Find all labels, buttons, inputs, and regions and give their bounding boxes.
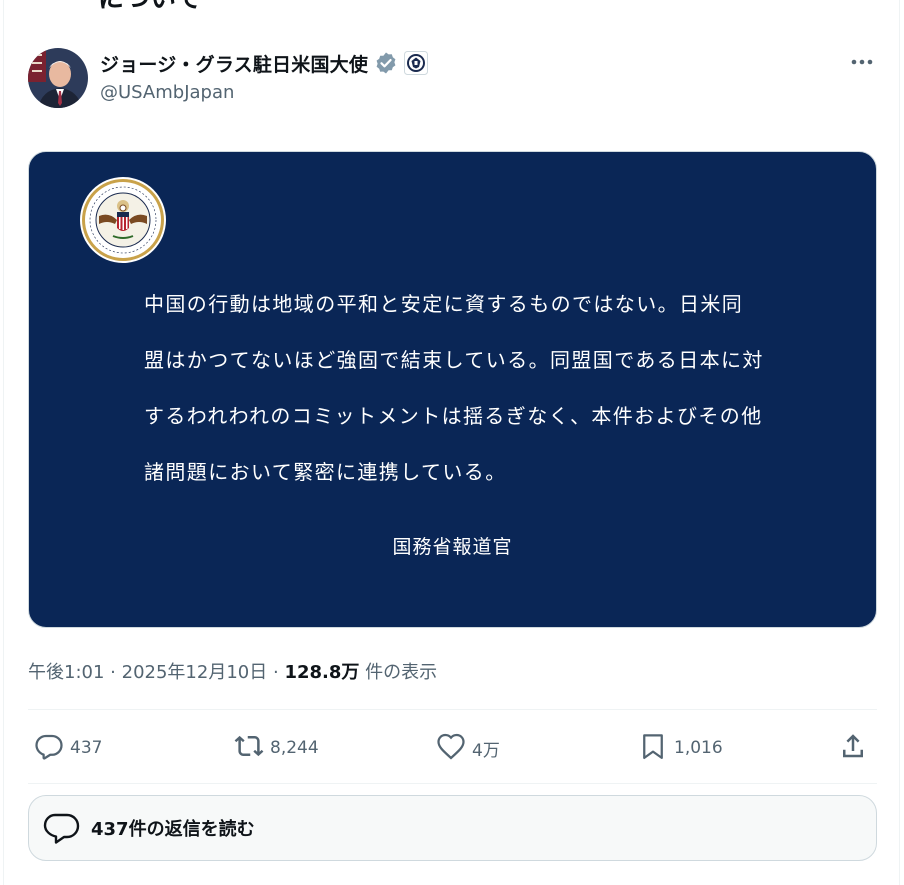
verified-badge-icon[interactable] <box>374 51 398 75</box>
share-icon <box>838 731 868 766</box>
author-handle[interactable]: @USAmbJapan <box>100 82 234 103</box>
speech-bubble-icon <box>41 808 81 848</box>
divider <box>28 783 877 784</box>
department-of-state-seal-icon <box>79 176 167 264</box>
repost-icon <box>234 731 264 766</box>
read-replies-label: 437件の返信を読む <box>91 819 255 840</box>
bookmark-icon <box>638 731 668 766</box>
post-time[interactable]: 午後1:01 <box>28 662 104 683</box>
read-replies-button[interactable]: 437件の返信を読む <box>28 795 877 861</box>
post-date[interactable]: 2025年12月10日 <box>122 662 268 683</box>
share-button[interactable] <box>838 728 868 768</box>
divider <box>28 709 877 710</box>
more-options-icon[interactable] <box>848 50 876 74</box>
bookmark-count: 1,016 <box>674 738 723 758</box>
reply-icon <box>34 731 64 766</box>
previous-content-cut: について <box>98 0 201 15</box>
view-count: 128.8万 <box>284 662 360 683</box>
repost-count: 8,244 <box>270 738 319 758</box>
statement-text: 中国の行動は地域の平和と安定に資するものではない。日米同盟はかつてないほど強固で… <box>144 292 764 484</box>
like-count: 4万 <box>472 740 500 761</box>
reply-count: 437 <box>70 738 103 758</box>
repost-button[interactable]: 8,244 <box>234 728 319 768</box>
like-button[interactable]: 4万 <box>436 728 500 768</box>
meta-separator: · <box>110 662 116 683</box>
author-name[interactable]: ジョージ・グラス駐日米国大使 <box>100 50 368 77</box>
bookmark-button[interactable]: 1,016 <box>638 728 723 768</box>
meta-separator: · <box>272 662 279 683</box>
post-media-image[interactable]: 中国の行動は地域の平和と安定に資するものではない。日米同盟はかつてないほど強固で… <box>28 151 877 628</box>
reply-button[interactable]: 437 <box>34 728 102 768</box>
post-meta: 午後1:01 · 2025年12月10日 · 128.8万 件の表示 <box>28 658 437 684</box>
author-name-row[interactable]: ジョージ・グラス駐日米国大使 <box>100 48 429 78</box>
statement-signer: 国務省報道官 <box>392 536 513 558</box>
state-department-seal-icon[interactable] <box>404 51 429 75</box>
view-label: 件の表示 <box>365 662 438 683</box>
avatar[interactable] <box>28 48 88 108</box>
heart-icon <box>436 731 466 766</box>
action-bar: 437 8,244 4万 1,016 <box>28 728 877 768</box>
